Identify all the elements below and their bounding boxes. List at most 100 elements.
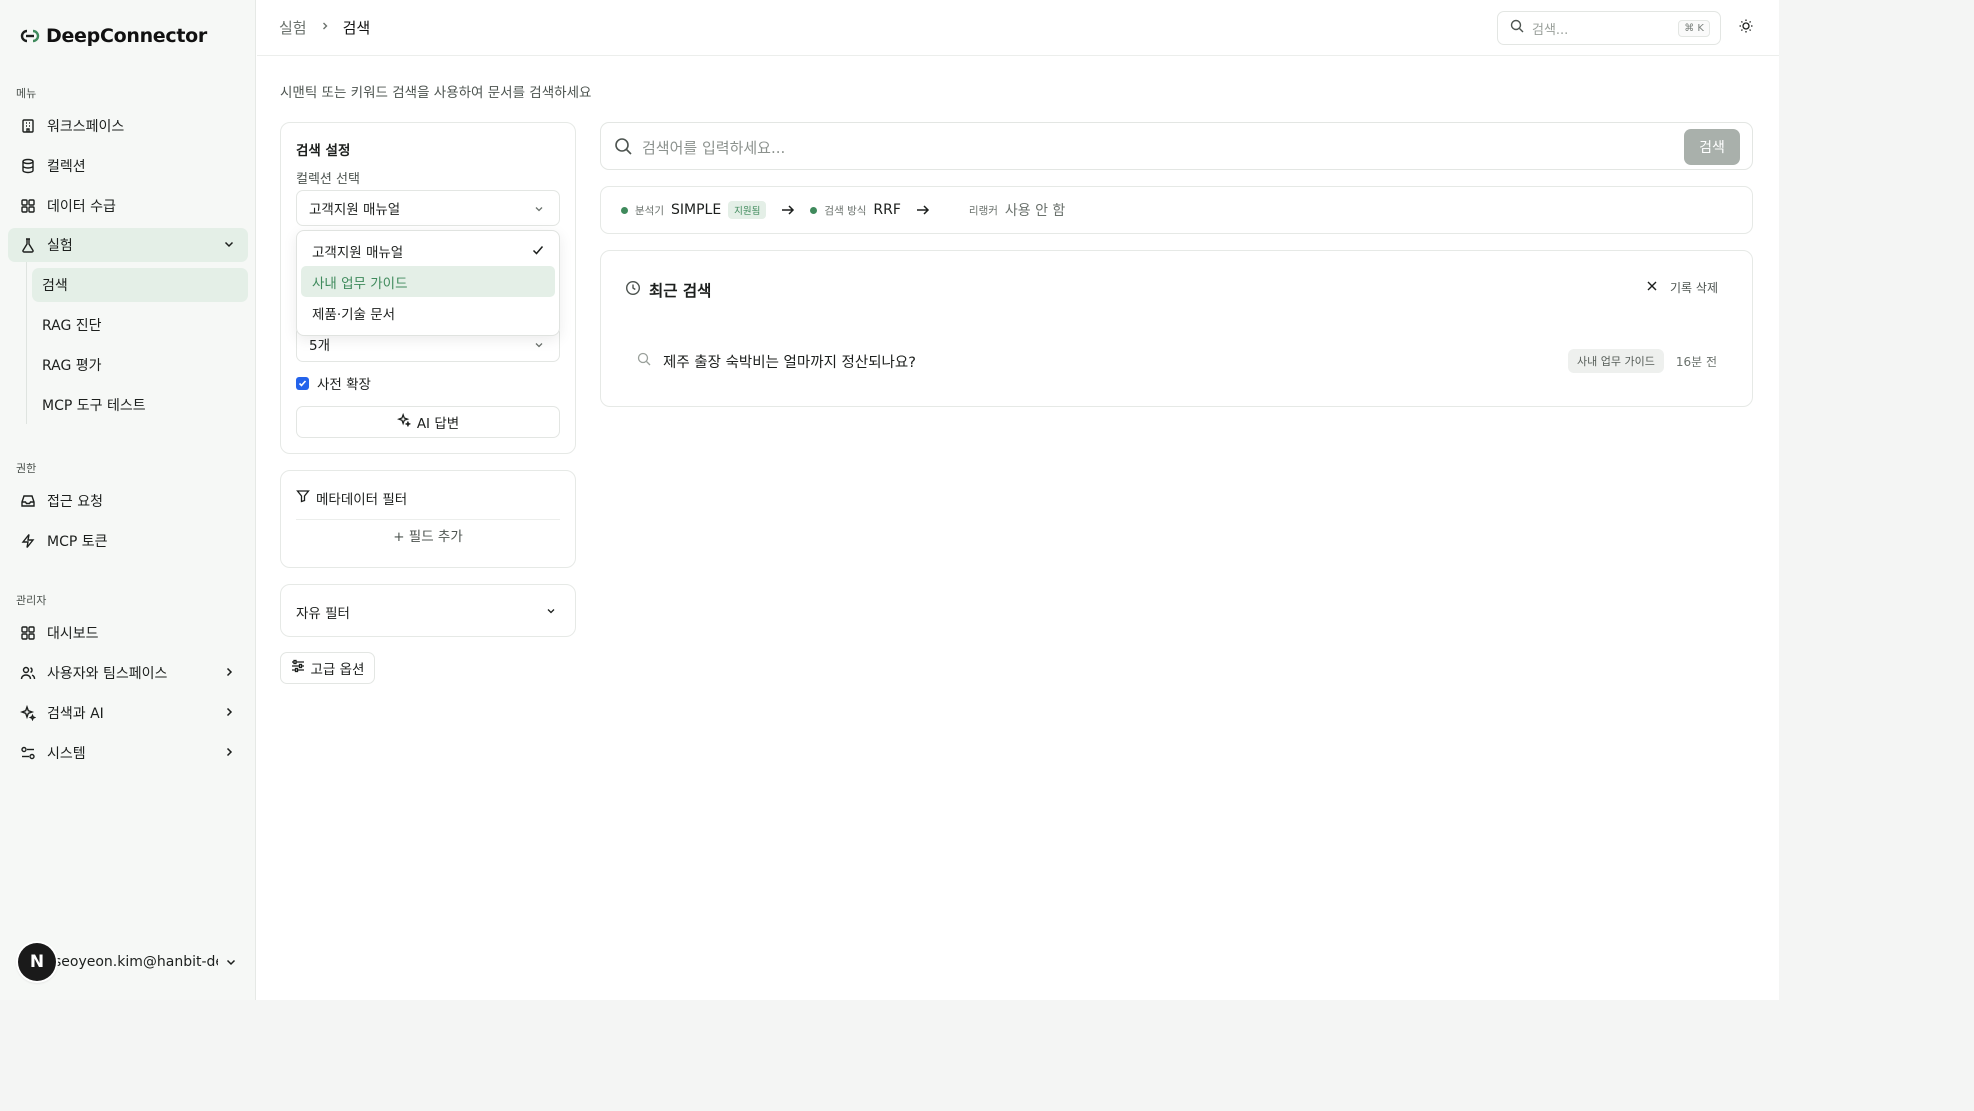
user-email: seoyeon.kim@hanbit-de... bbox=[54, 954, 218, 970]
sidebar-item-collection[interactable]: 컬렉션 bbox=[8, 149, 248, 183]
dropdown-option[interactable]: 고객지원 매뉴얼 bbox=[301, 235, 555, 266]
sidebar-item-search-ai[interactable]: 검색과 AI bbox=[8, 696, 248, 730]
recent-search-query: 제주 출장 숙박비는 얼마까지 정산되나요? bbox=[663, 354, 916, 371]
grid-icon bbox=[19, 624, 37, 642]
zap-icon bbox=[19, 532, 37, 550]
global-search-input[interactable]: 검색... ⌘ K bbox=[1497, 11, 1721, 45]
sidebar-item-label: MCP 도구 테스트 bbox=[42, 398, 146, 414]
filter-icon bbox=[296, 489, 310, 507]
inbox-icon bbox=[19, 492, 37, 510]
avatar[interactable]: N bbox=[18, 943, 56, 981]
sidebar-item-label: RAG 진단 bbox=[42, 318, 102, 334]
dictionary-expand-checkbox[interactable]: 사전 확장 bbox=[296, 373, 371, 393]
sidebar-subitem-search[interactable]: 검색 bbox=[32, 268, 248, 302]
collection-select-value: 고객지원 매뉴얼 bbox=[309, 202, 401, 218]
main-search-input[interactable]: 검색어를 입력하세요... 검색 bbox=[600, 122, 1753, 170]
divider bbox=[296, 519, 560, 520]
sidebar-item-users-teamspaces[interactable]: 사용자와 팀스페이스 bbox=[8, 656, 248, 690]
main-search-placeholder: 검색어를 입력하세요... bbox=[642, 139, 786, 157]
sidebar-item-label: MCP 토큰 bbox=[47, 534, 108, 550]
sidebar-item-label: 검색 bbox=[42, 278, 68, 294]
recent-searches-title: 최근 검색 bbox=[649, 282, 712, 300]
sidebar-item-system[interactable]: 시스템 bbox=[8, 736, 248, 770]
sidebar-item-label: 대시보드 bbox=[47, 626, 99, 642]
grid-icon bbox=[19, 197, 37, 215]
option-label: 제품·기술 문서 bbox=[312, 306, 396, 323]
app-window: DeepConnector 메뉴 워크스페이스 컬렉션 데이터 수급 실험 검색… bbox=[0, 0, 1779, 1000]
settings-title: 검색 설정 bbox=[296, 143, 351, 159]
collection-dropdown: 고객지원 매뉴얼 사내 업무 가이드 제품·기술 문서 bbox=[296, 230, 560, 336]
users-icon bbox=[19, 664, 37, 682]
sidebar-subitem-rag-eval[interactable]: RAG 평가 bbox=[32, 348, 248, 382]
sidebar-item-experiment[interactable]: 실험 bbox=[8, 228, 248, 262]
search-icon bbox=[637, 352, 651, 370]
shortcut-hint: ⌘ K bbox=[1678, 19, 1710, 37]
dropdown-option[interactable]: 제품·기술 문서 bbox=[301, 297, 555, 328]
pipeline-label: 검색 방식 bbox=[824, 204, 867, 217]
advanced-options-button[interactable]: 고급 옵션 bbox=[280, 652, 375, 684]
checkbox-checked[interactable] bbox=[296, 376, 309, 390]
chevron-right-icon bbox=[222, 705, 236, 719]
status-dot bbox=[621, 206, 628, 214]
sidebar-item-label: RAG 평가 bbox=[42, 358, 102, 374]
metadata-filter-header: 메타데이터 필터 bbox=[296, 488, 407, 508]
status-dot bbox=[810, 206, 818, 214]
recent-search-item[interactable]: 제주 출장 숙박비는 얼마까지 정산되나요? 사내 업무 가이드 16분 전 bbox=[637, 349, 1717, 373]
chevron-down-icon bbox=[224, 955, 238, 969]
chevron-right-icon bbox=[222, 665, 236, 679]
sidebar-item-label: 사용자와 팀스페이스 bbox=[47, 666, 168, 682]
checkbox-label: 사전 확장 bbox=[317, 377, 371, 393]
search-button[interactable]: 검색 bbox=[1684, 129, 1740, 165]
sidebar-item-access-request[interactable]: 접근 요청 bbox=[8, 484, 248, 518]
breadcrumb-item[interactable]: 실험 bbox=[279, 17, 307, 38]
option-label: 고객지원 매뉴얼 bbox=[312, 244, 404, 261]
pipeline-value: RRF bbox=[873, 202, 901, 218]
sidebar-item-workspace[interactable]: 워크스페이스 bbox=[8, 109, 248, 143]
logo-icon bbox=[20, 26, 40, 46]
theme-toggle-button[interactable] bbox=[1735, 17, 1757, 39]
recent-searches-card: 최근 검색 기록 삭제 제주 출장 숙박비는 얼마까지 정산되나요? 사내 업무… bbox=[600, 250, 1753, 407]
sidebar-item-mcp-token[interactable]: MCP 토큰 bbox=[8, 524, 248, 558]
sidebar-item-data-ingest[interactable]: 데이터 수급 bbox=[8, 189, 248, 223]
pipeline-value: SIMPLE bbox=[670, 202, 722, 218]
sidebar-subitem-rag-diagnosis[interactable]: RAG 진단 bbox=[32, 308, 248, 342]
sidebar-item-label: 실험 bbox=[47, 238, 73, 254]
pipeline-analyzer: 분석기 SIMPLE 지원됨 bbox=[621, 201, 767, 219]
user-menu[interactable]: N seoyeon.kim@hanbit-de... bbox=[18, 942, 248, 982]
clear-history-label: 기록 삭제 bbox=[1670, 281, 1718, 295]
sparkles-icon bbox=[396, 412, 412, 431]
search-pipeline: 분석기 SIMPLE 지원됨 검색 방식 RRF 리랭커 사용 안 함 bbox=[600, 186, 1753, 234]
sidebar-item-dashboard[interactable]: 대시보드 bbox=[8, 616, 248, 650]
timestamp: 16분 전 bbox=[1675, 354, 1717, 369]
pipeline-method: 검색 방식 RRF bbox=[810, 202, 901, 218]
database-icon bbox=[19, 157, 37, 175]
flask-icon bbox=[19, 236, 37, 254]
sidebar-item-label: 데이터 수급 bbox=[47, 199, 116, 215]
metadata-filter-card: 메타데이터 필터 bbox=[280, 470, 576, 568]
metadata-filter-title: 메타데이터 필터 bbox=[316, 492, 408, 508]
collection-select[interactable]: 고객지원 매뉴얼 bbox=[296, 190, 560, 226]
sidebar-subitem-mcp-tool-test[interactable]: MCP 도구 테스트 bbox=[32, 388, 248, 422]
sparkles-icon bbox=[19, 704, 37, 722]
brand[interactable]: DeepConnector bbox=[20, 22, 207, 50]
sidebar-item-label: 워크스페이스 bbox=[47, 119, 125, 135]
breadcrumb: 실험 검색 bbox=[279, 17, 370, 38]
chevron-down-icon bbox=[533, 203, 545, 215]
free-filter-card[interactable]: 자유 필터 bbox=[280, 584, 576, 637]
chevron-down-icon bbox=[545, 605, 557, 621]
advanced-options-label: 고급 옵션 bbox=[310, 662, 365, 678]
dropdown-option[interactable]: 사내 업무 가이드 bbox=[301, 266, 555, 297]
sidebar-item-label: 컬렉션 bbox=[47, 159, 86, 175]
close-icon bbox=[1646, 280, 1658, 295]
ai-answer-button[interactable]: AI 답변 bbox=[296, 406, 560, 438]
clear-history-button[interactable]: 기록 삭제 bbox=[1646, 279, 1718, 296]
top-header: 실험 검색 검색... ⌘ K bbox=[257, 0, 1779, 56]
collection-tag: 사내 업무 가이드 bbox=[1567, 349, 1664, 373]
add-field-button[interactable]: + 필드 추가 bbox=[296, 523, 560, 547]
sun-icon bbox=[1738, 18, 1754, 38]
global-search-placeholder: 검색... bbox=[1532, 22, 1569, 38]
sidebar: DeepConnector 메뉴 워크스페이스 컬렉션 데이터 수급 실험 검색… bbox=[0, 0, 256, 1000]
page-description: 시맨틱 또는 키워드 검색을 사용하여 문서를 검색하세요 bbox=[280, 85, 592, 101]
pipeline-label: 분석기 bbox=[635, 204, 664, 217]
arrow-right-icon bbox=[915, 202, 931, 218]
